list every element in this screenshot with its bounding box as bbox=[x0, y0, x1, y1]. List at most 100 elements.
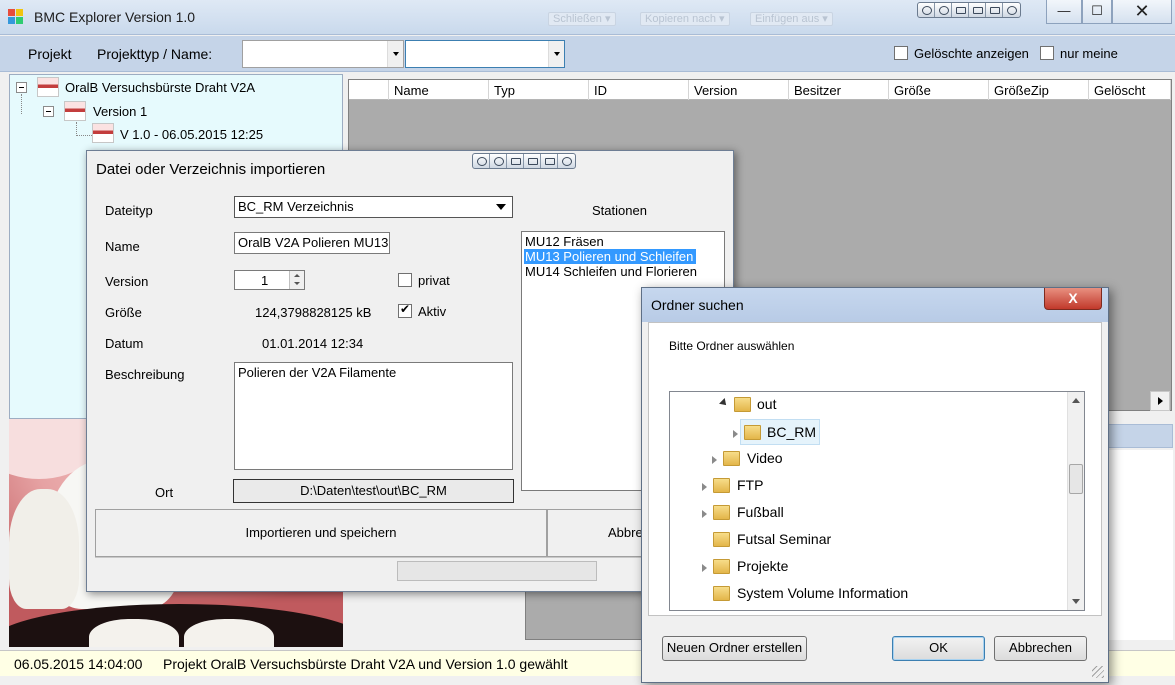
folder-item-projekte[interactable]: Projekte bbox=[670, 554, 1066, 580]
chevron-down-icon[interactable] bbox=[496, 204, 506, 210]
rect-icon[interactable] bbox=[541, 154, 558, 168]
folder-name: FTP bbox=[737, 477, 764, 493]
col-id[interactable]: ID bbox=[589, 80, 689, 100]
col-name[interactable]: Name bbox=[389, 80, 489, 100]
ghost-einfuegen: Einfügen aus ▾ bbox=[750, 12, 833, 26]
geloeschte-checkbox[interactable] bbox=[894, 46, 908, 60]
beschreibung-textarea[interactable]: Polieren der V2A Filamente bbox=[234, 362, 513, 470]
col-version[interactable]: Version bbox=[689, 80, 789, 100]
round-icon[interactable] bbox=[918, 3, 935, 17]
folder-item-fussball[interactable]: Fußball bbox=[670, 500, 1066, 526]
col-typ[interactable]: Typ bbox=[489, 80, 589, 100]
round-end-icon[interactable] bbox=[558, 154, 575, 168]
collapsed-arrow-icon[interactable] bbox=[702, 510, 707, 518]
dateityp-label: Dateityp bbox=[105, 203, 153, 218]
folder-item-out[interactable]: out bbox=[670, 392, 1066, 418]
name-label: Name bbox=[105, 239, 140, 254]
ort-path-button[interactable]: D:\Daten\test\out\BC_RM bbox=[233, 479, 514, 503]
tree-node-project[interactable]: OralB Versuchsbürste Draht V2A bbox=[65, 80, 255, 95]
collapsed-arrow-icon[interactable] bbox=[702, 564, 707, 572]
collapsed-arrow-icon[interactable] bbox=[733, 430, 738, 438]
name-input[interactable]: OralB V2A Polieren MU13 bbox=[234, 232, 390, 254]
folder-dialog-body: Bitte Ordner auswählen out BC_RM Video F… bbox=[648, 322, 1102, 616]
col-groessezip[interactable]: GrößeZip bbox=[989, 80, 1089, 100]
projekttyp-combo[interactable] bbox=[242, 40, 404, 68]
folder-item-bc-rm[interactable]: BC_RM bbox=[733, 419, 820, 445]
import-cancel-button[interactable]: Abbre bbox=[547, 509, 647, 557]
ort-label: Ort bbox=[155, 485, 174, 500]
station-item[interactable]: MU12 Fräsen bbox=[524, 234, 722, 249]
round-end-icon[interactable] bbox=[1003, 3, 1020, 17]
version-label: Version bbox=[105, 274, 149, 289]
detail-side-panel bbox=[1102, 450, 1173, 640]
grid-header-row-selector bbox=[349, 80, 389, 100]
folder-instruction: Bitte Ordner auswählen bbox=[669, 339, 795, 353]
datum-label: Datum bbox=[105, 336, 144, 351]
scroll-thumb[interactable] bbox=[1069, 464, 1083, 494]
filter-icon[interactable] bbox=[507, 154, 524, 168]
folder-tree[interactable]: out BC_RM Video FTP Fußball Futsal Semin… bbox=[669, 391, 1085, 611]
projekt-menu[interactable]: Projekt bbox=[28, 46, 72, 62]
dateityp-select[interactable]: BC_RM Verzeichnis bbox=[234, 196, 513, 218]
folder-item-video[interactable]: Video bbox=[670, 446, 1066, 472]
resize-grip-icon[interactable] bbox=[1092, 666, 1104, 678]
chevron-down-icon[interactable] bbox=[548, 41, 564, 67]
folder-name: Futsal Seminar bbox=[737, 531, 832, 547]
scroll-up-icon[interactable] bbox=[1072, 398, 1080, 403]
col-geloescht[interactable]: Gelöscht bbox=[1089, 80, 1171, 100]
privat-checkbox[interactable] bbox=[398, 273, 412, 287]
collapse-icon[interactable] bbox=[16, 82, 27, 93]
minimize-button[interactable]: — bbox=[1046, 0, 1082, 24]
folder-tree-scrollbar[interactable] bbox=[1067, 392, 1084, 610]
dateityp-value: BC_RM Verzeichnis bbox=[238, 199, 354, 214]
spinner-icon[interactable] bbox=[289, 271, 304, 289]
folder-name: Projekte bbox=[737, 558, 789, 574]
eye-icon[interactable] bbox=[490, 154, 507, 168]
import-save-button[interactable]: Importieren und speichern bbox=[95, 509, 547, 557]
tree-line bbox=[21, 94, 22, 114]
folder-item-ftp[interactable]: FTP bbox=[670, 473, 1066, 499]
tree-node-version[interactable]: Version 1 bbox=[93, 104, 147, 119]
ghost-schliessen: Schließen ▾ bbox=[548, 12, 616, 26]
filter-icon[interactable] bbox=[952, 3, 969, 17]
projektname-combo[interactable] bbox=[405, 40, 565, 68]
station-item-selected[interactable]: MU13 Polieren und Schleifen bbox=[524, 249, 696, 264]
folder-item-system-volume[interactable]: System Volume Information bbox=[670, 581, 1066, 607]
nur-meine-checkbox[interactable] bbox=[1040, 46, 1054, 60]
scroll-down-icon[interactable] bbox=[1072, 599, 1080, 604]
aktiv-label: Aktiv bbox=[418, 304, 447, 319]
version-stepper[interactable]: 1 bbox=[234, 270, 305, 290]
folder-name: BC_RM bbox=[767, 424, 817, 440]
maximize-button[interactable]: ☐ bbox=[1082, 0, 1112, 24]
folder-cancel-button[interactable]: Abbrechen bbox=[994, 636, 1087, 661]
collapsed-arrow-icon[interactable] bbox=[702, 483, 707, 491]
import-dialog-titlebar: Datei oder Verzeichnis importieren bbox=[87, 151, 733, 187]
chevron-down-icon[interactable] bbox=[387, 41, 403, 67]
rect-icon[interactable] bbox=[986, 3, 1003, 17]
tooth-icon bbox=[92, 123, 114, 143]
folder-item-futsal[interactable]: Futsal Seminar bbox=[670, 527, 1066, 553]
scroll-right-icon[interactable] bbox=[1150, 391, 1170, 411]
folder-dialog-close-button[interactable]: X bbox=[1044, 288, 1102, 310]
eye-icon[interactable] bbox=[935, 3, 952, 17]
collapsed-arrow-icon[interactable] bbox=[712, 456, 717, 464]
arrow-right-icon[interactable] bbox=[969, 3, 986, 17]
aktiv-checkbox[interactable] bbox=[398, 302, 412, 318]
status-message: Projekt OralB Versuchsbürste Draht V2A u… bbox=[163, 656, 568, 672]
col-besitzer[interactable]: Besitzer bbox=[789, 80, 889, 100]
folder-name: out bbox=[757, 396, 777, 412]
col-groesse[interactable]: Größe bbox=[889, 80, 989, 100]
expanded-arrow-icon[interactable] bbox=[719, 398, 729, 408]
station-item[interactable]: MU14 Schleifen und Florieren bbox=[524, 264, 722, 279]
close-button[interactable]: ✕ bbox=[1112, 0, 1172, 24]
new-folder-button[interactable]: Neuen Ordner erstellen bbox=[662, 636, 807, 661]
beschreibung-label: Beschreibung bbox=[105, 367, 185, 382]
arrow-right-icon[interactable] bbox=[524, 154, 541, 168]
folder-dialog-titlebar: Ordner suchen X bbox=[642, 288, 1108, 322]
window-tool-strip[interactable] bbox=[917, 2, 1021, 18]
ok-button[interactable]: OK bbox=[892, 636, 985, 661]
tree-node-leaf[interactable]: V 1.0 - 06.05.2015 12:25 bbox=[120, 127, 263, 142]
dialog-tool-strip[interactable] bbox=[472, 153, 576, 169]
collapse-icon[interactable] bbox=[43, 106, 54, 117]
round-icon[interactable] bbox=[473, 154, 490, 168]
